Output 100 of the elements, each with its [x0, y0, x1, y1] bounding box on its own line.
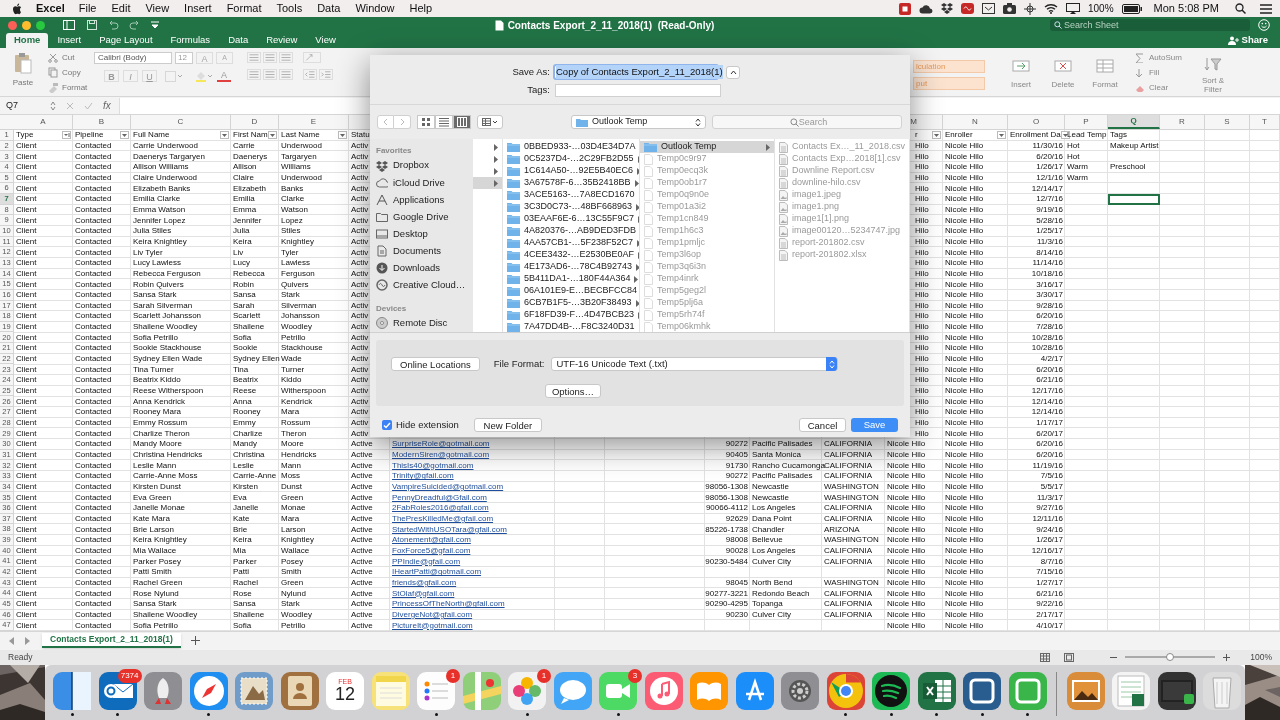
sidebar-item[interactable]: Applications — [376, 191, 473, 209]
directory-entry[interactable] — [473, 177, 502, 189]
fill-color-icon[interactable] — [195, 70, 213, 82]
clipboard-button[interactable]: Format — [48, 82, 90, 93]
filter-button[interactable] — [62, 131, 71, 140]
cancel-button[interactable]: Cancel — [799, 418, 846, 433]
camera-icon[interactable] — [1003, 3, 1016, 14]
menu-item[interactable]: Format — [226, 0, 262, 17]
sidebar-item[interactable]: Dropbox — [376, 157, 473, 175]
sidebar-item[interactable]: Remote Disc — [376, 314, 473, 332]
cloud-icon[interactable] — [919, 3, 933, 14]
ribbon-tab[interactable]: Review — [257, 33, 307, 48]
email-link[interactable]: DivergeNot@gfail.com — [392, 610, 473, 619]
save-icon[interactable] — [87, 20, 97, 30]
battery-icon[interactable] — [1121, 3, 1142, 14]
sidebar-icon[interactable] — [63, 20, 75, 30]
infinity-icon[interactable] — [961, 3, 974, 14]
email-link[interactable]: Trinity@gfail.com — [392, 472, 454, 481]
menu-item[interactable]: Help — [409, 0, 433, 17]
app-menu[interactable]: Excel — [36, 0, 65, 17]
checklist-icon[interactable] — [417, 671, 455, 710]
directory-entry[interactable]: 7A47DD4B-…F8C3240D31 — [503, 321, 639, 332]
document-icon[interactable] — [1112, 671, 1150, 710]
filter-button[interactable] — [220, 131, 229, 140]
column-header[interactable]: C — [131, 115, 231, 129]
map-icon[interactable] — [462, 671, 501, 710]
redo-icon[interactable] — [129, 20, 141, 30]
sound-waves-icon[interactable] — [872, 671, 910, 710]
add-sheet-icon[interactable] — [190, 636, 200, 646]
email-link[interactable]: ThisIs40@gotmail.com — [392, 461, 474, 470]
directory-entry[interactable]: Outlook Temp — [640, 141, 774, 153]
directory-entry[interactable]: 3C3D0C73-…48BF668963 — [503, 201, 639, 213]
filter-button[interactable] — [120, 131, 129, 140]
rocket-icon[interactable] — [144, 671, 182, 710]
filter-button[interactable] — [338, 131, 347, 140]
menu-item[interactable]: Insert — [184, 0, 212, 17]
directory-entry[interactable]: 3A67578F-6…35B2418BB — [503, 177, 639, 189]
column-view-button[interactable] — [453, 115, 471, 129]
flower-icon[interactable] — [508, 671, 546, 710]
column-header[interactable]: B — [73, 115, 131, 129]
record-icon[interactable] — [899, 2, 911, 15]
clipboard-button[interactable]: Copy — [48, 67, 90, 78]
list-icon[interactable] — [1260, 3, 1272, 14]
menu-clock[interactable]: Mon 5:08 PM — [1153, 0, 1219, 17]
menu-item[interactable]: Tools — [276, 0, 303, 17]
normal-view-icon[interactable] — [1040, 652, 1051, 662]
music-note-icon[interactable] — [644, 671, 683, 710]
menu-item[interactable]: Edit — [111, 0, 131, 17]
column-header[interactable]: E — [279, 115, 349, 129]
sidebar-item[interactable]: Downloads — [376, 259, 473, 277]
page-layout-icon[interactable] — [1064, 652, 1075, 662]
function-button[interactable]: fx — [103, 98, 111, 113]
ribbon-tab[interactable]: View — [306, 33, 345, 48]
online-locations-button[interactable]: Online Locations — [391, 357, 480, 372]
directory-entry[interactable]: 4CEE3432-…E2530BE0AF — [503, 249, 639, 261]
smiley-icon[interactable] — [1258, 19, 1270, 31]
share-button[interactable]: Share — [1227, 33, 1268, 48]
location-popup[interactable]: Outlook Temp — [571, 115, 706, 129]
sidebar-item[interactable]: iCloud Drive — [376, 174, 473, 192]
checkbox[interactable] — [382, 420, 392, 431]
email-link[interactable]: StOlaf@gfail.com — [392, 589, 455, 598]
ribbon-tab[interactable]: Data — [219, 33, 258, 48]
paste-button[interactable]: Paste — [8, 52, 38, 96]
video-camera-icon[interactable] — [599, 671, 637, 710]
active-cell[interactable] — [1108, 193, 1160, 205]
display-icon[interactable] — [1066, 3, 1080, 14]
stamp-icon[interactable] — [235, 671, 273, 710]
name-box[interactable]: Q7 — [0, 98, 56, 113]
sidebar-item[interactable]: Creative Cloud… — [376, 276, 473, 294]
column-header[interactable]: A — [14, 115, 73, 129]
search-field[interactable]: Search Sheet — [1050, 19, 1250, 31]
column-header[interactable]: R — [1160, 115, 1205, 129]
app-store-icon[interactable] — [735, 671, 774, 710]
menu-item[interactable]: File — [78, 0, 97, 17]
email-link[interactable]: PPIndie@gfail.com — [392, 557, 461, 566]
column-header[interactable]: T — [1250, 115, 1280, 129]
app-tile-icon[interactable] — [1008, 671, 1047, 710]
search-icon[interactable] — [1235, 3, 1246, 14]
column-header[interactable]: O — [1008, 115, 1065, 129]
tags-field[interactable] — [555, 83, 721, 97]
directory-entry[interactable]: 4A820376-…AB9DED3FDB — [503, 225, 639, 237]
arrange-button[interactable] — [477, 115, 503, 129]
zoom-button[interactable] — [36, 20, 45, 30]
check-icon[interactable] — [84, 101, 93, 110]
sort-filter-button[interactable]: Sort & Filter — [1193, 52, 1233, 96]
email-link[interactable]: IHeartPatti@gotmail.com — [392, 568, 482, 577]
sidebar-item[interactable]: Desktop — [376, 225, 473, 243]
envelope-icon[interactable] — [98, 671, 137, 710]
directory-entry[interactable]: 0C5237D4-…2C29FB2D55 — [503, 153, 639, 165]
directory-entry[interactable]: 03EAAF6E-6…13C55F9C7 — [503, 213, 639, 225]
ribbon-tab[interactable]: Formulas — [161, 33, 220, 48]
zoom-slider-thumb[interactable] — [1166, 653, 1175, 662]
gear-icon[interactable] — [781, 671, 819, 710]
directory-entry[interactable]: 4AA57CB1-…5F238F52C7 — [503, 237, 639, 249]
minimize-button[interactable] — [22, 20, 31, 30]
font-name-field[interactable]: Calibri (Body) — [94, 52, 172, 64]
menu-item[interactable]: Data — [317, 0, 341, 17]
wifi-icon[interactable] — [1044, 3, 1058, 14]
email-link[interactable]: 2FabRoles2016@gfail.com — [392, 504, 489, 513]
sidebar-item[interactable]: Google Drive — [376, 208, 473, 226]
